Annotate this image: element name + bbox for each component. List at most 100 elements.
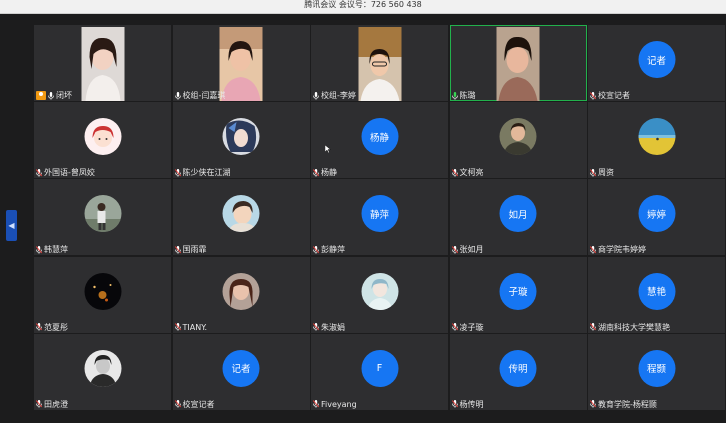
participant-name: 校宣记者 [182, 399, 215, 409]
microphone-icon [48, 91, 54, 100]
microphone-muted-icon [451, 245, 458, 254]
participant-tile[interactable]: TIANY. [172, 256, 310, 333]
participant-video [358, 27, 401, 101]
outdoor-person-icon [84, 195, 121, 233]
microphone-muted-icon [174, 168, 181, 177]
microphone-icon [174, 91, 181, 100]
participant-name: 闭坏 [56, 91, 72, 100]
participant-video [219, 27, 263, 101]
participant-label: 杨传明 [451, 399, 484, 410]
participant-label: 教育学院-杨程颢 [590, 399, 657, 410]
participant-label: 周资 [590, 167, 614, 178]
participant-avatar: F [361, 349, 398, 387]
participant-tile[interactable]: 田虎澄 [34, 333, 171, 410]
participant-tile[interactable]: 静萍彭静萍 [311, 179, 448, 256]
microphone-muted-icon [313, 323, 319, 331]
participant-name: 陈少侠在江湖 [182, 168, 231, 178]
participant-tile[interactable]: 程颢教育学院-杨程颢 [588, 333, 725, 410]
cartoon-boy-icon [222, 195, 260, 233]
participant-avatar: 静萍 [361, 195, 398, 233]
participant-tile[interactable]: 陈璐 [449, 25, 587, 101]
microphone-muted-icon [451, 323, 458, 331]
participant-name: 外国语-曾凤姣 [44, 168, 95, 178]
microphone-muted-icon [590, 400, 596, 409]
night-lights-icon [84, 272, 121, 310]
participant-tile[interactable]: 闭坏 [34, 25, 171, 101]
microphone-muted-icon [36, 245, 42, 254]
participant-label: 杨静 [313, 167, 337, 178]
participant-tile[interactable]: 婷婷商学院韦婷婷 [588, 179, 725, 256]
participant-label: 张如月 [451, 244, 484, 255]
participant-name: 湖南科技大学樊慧艳 [598, 322, 670, 332]
participant-name: 商学院韦婷婷 [598, 245, 646, 255]
participant-name: 国雨霏 [182, 245, 207, 255]
participant-name: 周资 [598, 168, 614, 178]
participant-label: 朱淑娟 [313, 322, 345, 333]
participant-tile[interactable]: 范夏彤 [34, 256, 171, 333]
participant-avatar: 程颢 [638, 349, 675, 387]
participant-tile[interactable]: 周资 [588, 102, 725, 179]
participant-label: 闭坏 [36, 90, 72, 101]
microphone-muted-icon [313, 245, 319, 254]
microphone-muted-icon [174, 245, 181, 254]
microphone-muted-icon [313, 400, 319, 409]
participant-tile[interactable]: F Fiveyang [311, 333, 448, 410]
participant-label: 商学院韦婷婷 [590, 244, 646, 255]
participant-name: 陈璐 [459, 91, 476, 100]
participant-avatar: 记者 [222, 349, 260, 387]
sidebar-toggle-handle[interactable]: ◀ [6, 210, 17, 241]
participant-avatar: 传明 [499, 349, 537, 387]
participant-tile[interactable]: 传明杨传明 [449, 333, 587, 410]
participant-name: 韩慧萍 [44, 245, 68, 255]
participant-name: Fiveyang [321, 399, 357, 409]
participant-name: 校组-李婷 [321, 91, 356, 100]
participant-label: 湖南科技大学樊慧艳 [590, 322, 670, 333]
participant-name: 文柯亮 [459, 168, 484, 178]
anime-portrait-icon [222, 118, 260, 156]
participant-tile[interactable]: 记者 校宣记者 [588, 25, 725, 101]
participant-tile[interactable]: 朱淑娟 [311, 256, 448, 333]
window-title: 腾讯会议 会议号：726 560 438 [304, 0, 422, 9]
participant-avatar: 子璇 [499, 272, 537, 310]
participant-tile[interactable]: 文柯亮 [449, 102, 587, 179]
participant-tile[interactable]: 国雨霏 [172, 179, 310, 256]
participant-name: 杨传明 [459, 399, 484, 409]
microphone-active-icon [451, 91, 458, 100]
microphone-muted-icon [590, 168, 596, 177]
participant-grid: 闭坏 校组-闫嘉琪 校组-李婷 陈璐 记者 校宣记者 外国语-曾凤姣 陈少侠在江湖 杨静 杨静 文柯… [34, 25, 725, 414]
participant-tile[interactable]: 校组-闫嘉琪 [172, 25, 310, 101]
participant-name: 凌子璇 [459, 322, 484, 332]
microphone-muted-icon [590, 91, 596, 100]
participant-label: 韩慧萍 [36, 244, 68, 255]
participant-name: 彭静萍 [321, 245, 345, 255]
microphone-muted-icon [451, 168, 458, 177]
participant-tile[interactable]: 校组-李婷 [311, 25, 448, 101]
microphone-muted-icon [174, 323, 181, 331]
participant-label: Fiveyang [313, 399, 357, 410]
participant-tile[interactable]: 记者校宣记者 [172, 333, 310, 410]
seascape-icon [638, 118, 675, 156]
participant-tile[interactable]: 子璇凌子璇 [449, 256, 587, 333]
microphone-muted-icon [36, 400, 42, 409]
participant-label: 田虎澄 [36, 399, 68, 410]
participant-tile[interactable]: 外国语-曾凤姣 [34, 102, 171, 179]
participant-label: 范夏彤 [36, 322, 68, 333]
participant-tile[interactable]: 杨静 杨静 [311, 102, 448, 179]
participant-tile[interactable]: 如月张如月 [449, 179, 587, 256]
participant-tile[interactable]: 慧艳 湖南科技大学樊慧艳 [588, 256, 725, 333]
participant-avatar: 如月 [499, 195, 537, 233]
participant-tile[interactable]: 韩慧萍 [34, 179, 171, 256]
participant-name: 朱淑娟 [321, 322, 345, 332]
bw-portrait-icon [84, 349, 121, 387]
participant-avatar: 婷婷 [638, 195, 675, 233]
participant-avatar: 杨静 [361, 118, 398, 156]
participant-label: 校宣记者 [174, 399, 215, 410]
participant-label: 国雨霏 [174, 244, 207, 255]
participant-name: 杨静 [321, 168, 337, 178]
participant-name: 校宣记者 [598, 91, 630, 100]
participant-label: TIANY. [174, 322, 207, 333]
host-badge-icon [36, 91, 46, 100]
window-titlebar: 腾讯会议 会议号：726 560 438 [0, 0, 726, 14]
participant-label: 校组-闫嘉琪 [174, 90, 225, 101]
participant-tile[interactable]: 陈少侠在江湖 [172, 102, 310, 179]
